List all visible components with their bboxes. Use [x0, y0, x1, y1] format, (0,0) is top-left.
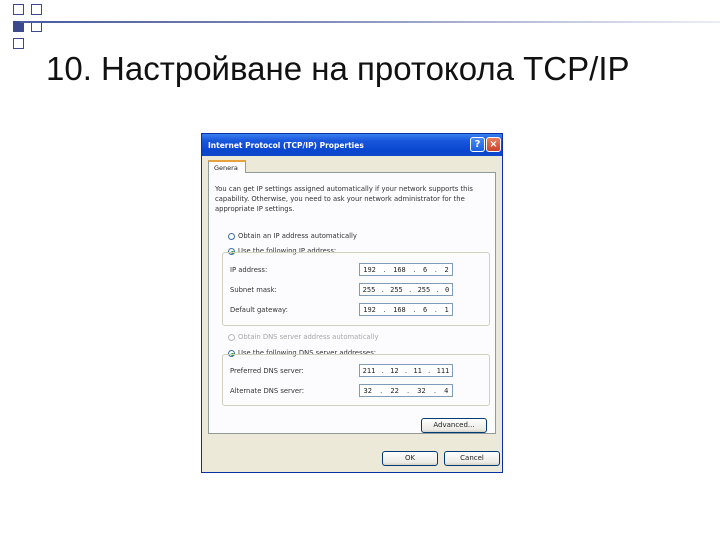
- tab-general[interactable]: Genera: [208, 160, 246, 173]
- title-bar[interactable]: Internet Protocol (TCP/IP) Properties ? …: [202, 134, 502, 156]
- advanced-button[interactable]: Advanced...: [421, 418, 487, 433]
- alternate-dns-field[interactable]: 32. 22. 32. 4: [359, 384, 453, 397]
- subnet-mask-field[interactable]: 255. 255. 255. 0: [359, 283, 453, 296]
- tab-label: Genera: [214, 164, 238, 172]
- preferred-dns-field[interactable]: 211. 12. 11. 111: [359, 364, 453, 377]
- ip-address-field[interactable]: 192. 168. 6. 2: [359, 263, 453, 276]
- decorative-square: [13, 38, 24, 49]
- ip-auto-radio[interactable]: [228, 233, 235, 240]
- intro-text: You can get IP settings assigned automat…: [215, 185, 473, 213]
- alternate-dns-label: Alternate DNS server:: [230, 387, 305, 395]
- decorative-line: [20, 21, 720, 23]
- ip-auto-label: Obtain an IP address automatically: [238, 232, 357, 240]
- preferred-dns-label: Preferred DNS server:: [230, 367, 304, 375]
- subnet-mask-label: Subnet mask:: [230, 286, 277, 294]
- dialog-title: Internet Protocol (TCP/IP) Properties: [208, 141, 364, 150]
- ok-button[interactable]: OK: [382, 451, 438, 466]
- default-gateway-field[interactable]: 192. 168. 6. 1: [359, 303, 453, 316]
- close-button[interactable]: ×: [486, 137, 501, 152]
- ip-address-label: IP address:: [230, 266, 268, 274]
- decorative-square: [31, 4, 42, 15]
- dns-auto-label: Obtain DNS server address automatically: [238, 333, 379, 341]
- dns-auto-radio[interactable]: [228, 334, 235, 341]
- cancel-button[interactable]: Cancel: [444, 451, 500, 466]
- decorative-square: [13, 4, 24, 15]
- tcpip-properties-dialog: Internet Protocol (TCP/IP) Properties ? …: [201, 133, 503, 473]
- slide-title: 10. Настройване на протокола TCP/IP: [46, 50, 630, 87]
- dns-group: [222, 354, 490, 406]
- default-gateway-label: Default gateway:: [230, 306, 288, 314]
- help-button[interactable]: ?: [470, 137, 485, 152]
